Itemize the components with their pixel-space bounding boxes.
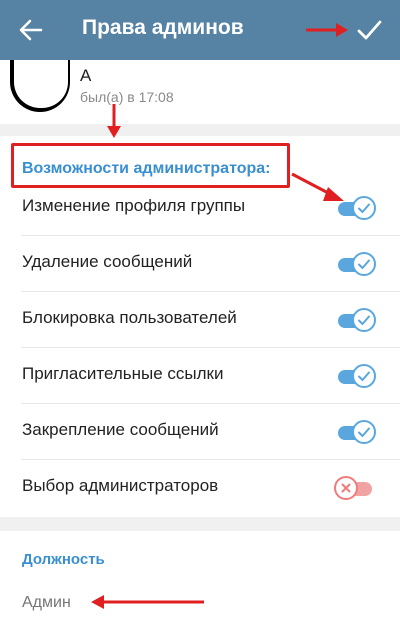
- permission-row-pin-messages[interactable]: Закрепление сообщений: [0, 404, 400, 460]
- admin-rights-screen: Права админов А был(а) в 17:08 Возможнос…: [0, 0, 400, 626]
- permission-toggle[interactable]: [336, 420, 376, 444]
- annotation-arrow-diagonal-icon: [291, 172, 344, 201]
- section-divider: [0, 124, 400, 136]
- permission-label: Пригласительные ссылки: [22, 364, 224, 383]
- permission-toggle[interactable]: [336, 364, 376, 388]
- annotation-arrow-down-icon: [107, 104, 121, 138]
- permission-label: Изменение профиля группы: [22, 196, 246, 215]
- check-icon: [352, 196, 376, 220]
- page-title: Права админов: [82, 16, 244, 39]
- permission-toggle[interactable]: [336, 308, 376, 332]
- permission-label: Удаление сообщений: [22, 252, 193, 271]
- position-section-title: Должность: [22, 551, 105, 568]
- check-icon: [352, 252, 376, 276]
- permission-label: Блокировка пользователей: [22, 308, 237, 327]
- user-status: был(а) в 17:08: [80, 89, 174, 105]
- permission-row-delete-messages[interactable]: Удаление сообщений: [0, 236, 400, 292]
- check-icon: [352, 308, 376, 332]
- close-icon: [334, 476, 358, 500]
- permission-row-invite-links[interactable]: Пригласительные ссылки: [0, 348, 400, 404]
- section-divider: [0, 517, 400, 531]
- permission-label: Закрепление сообщений: [22, 420, 219, 439]
- permission-row-ban-users[interactable]: Блокировка пользователей: [0, 292, 400, 348]
- user-name: А: [80, 66, 92, 85]
- permission-row-add-admins[interactable]: Выбор администраторов: [0, 460, 400, 516]
- annotation-arrow-left-icon: [91, 595, 204, 609]
- avatar-inner: [14, 60, 68, 108]
- permission-toggle[interactable]: [334, 476, 376, 500]
- check-icon: [352, 364, 376, 388]
- permission-label: Выбор администраторов: [22, 476, 219, 495]
- check-icon: [352, 420, 376, 444]
- annotation-arrow-right-icon: [306, 23, 348, 37]
- arrow-left-icon[interactable]: [18, 17, 44, 43]
- permission-toggle[interactable]: [336, 252, 376, 276]
- check-icon[interactable]: [355, 17, 383, 43]
